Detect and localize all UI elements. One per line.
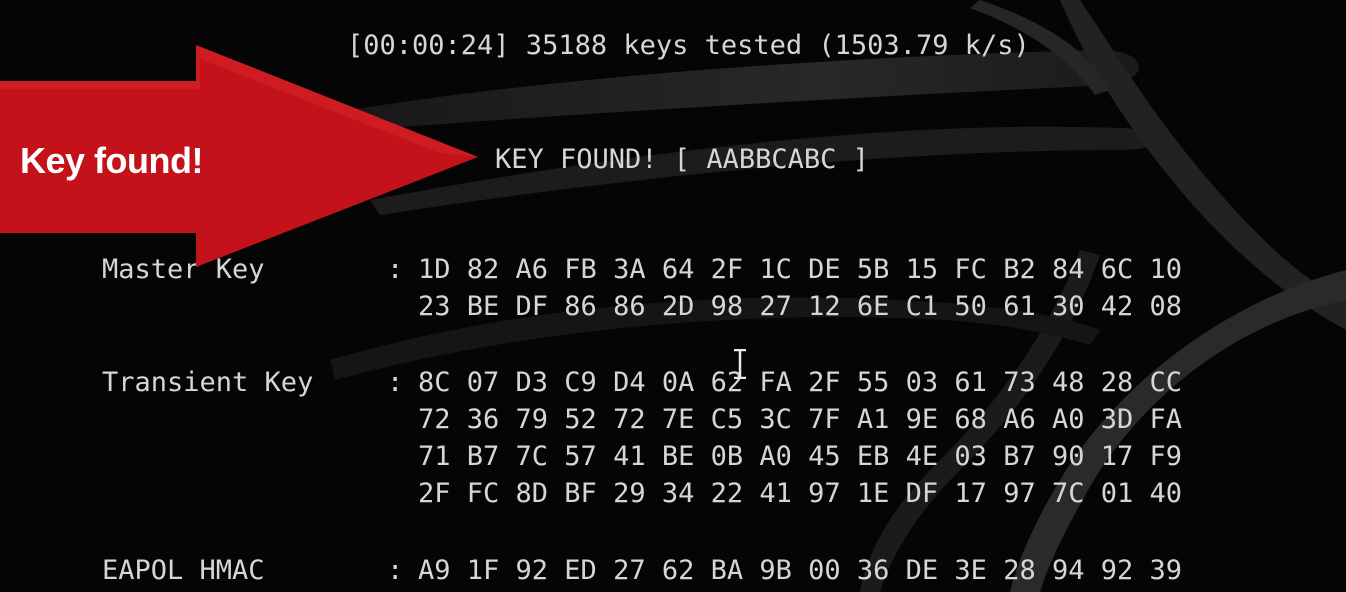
key-found-line: KEY FOUND! [ AABBCABC ] (495, 144, 869, 175)
transient-key-colon: : (387, 367, 404, 398)
text-cursor-icon (734, 349, 746, 379)
eapol-hmac-label: EAPOL HMAC (102, 555, 265, 586)
transient-key-row: 71 B7 7C 57 41 BE 0B A0 45 EB 4E 03 B7 9… (418, 441, 1183, 472)
master-key-row: 23 BE DF 86 86 2D 98 27 12 6E C1 50 61 3… (418, 291, 1183, 322)
eapol-hmac-row: A9 1F 92 ED 27 62 BA 9B 00 36 DE 3E 28 9… (418, 555, 1183, 586)
transient-key-row: 2F FC 8D BF 29 34 22 41 97 1E DF 17 97 7… (418, 478, 1183, 509)
transient-key-label: Transient Key (102, 367, 314, 398)
master-key-row: 1D 82 A6 FB 3A 64 2F 1C DE 5B 15 FC B2 8… (418, 254, 1183, 285)
transient-key-row: 8C 07 D3 C9 D4 0A 62 FA 2F 55 03 61 73 4… (418, 367, 1183, 398)
callout-label: Key found! (20, 140, 203, 181)
eapol-hmac-colon: : (387, 555, 404, 586)
transient-key-row: 72 36 79 52 72 7E C5 3C 7F A1 9E 68 A6 A… (418, 404, 1183, 435)
screenshot: [00:00:24] 35188 keys tested (1503.79 k/… (0, 0, 1346, 592)
